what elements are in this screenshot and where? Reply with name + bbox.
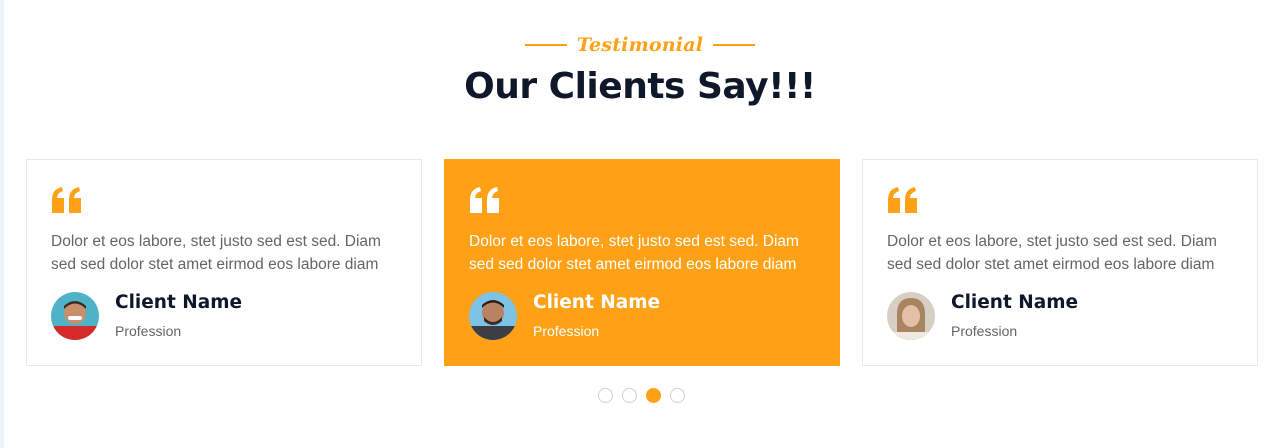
quote-left-icon	[888, 187, 917, 213]
client-name: Client Name	[951, 292, 1079, 313]
testimonial-card: Dolor et eos labore, stet justo sed est …	[862, 159, 1258, 366]
tag-line-right	[713, 44, 756, 46]
carousel-dot-1[interactable]	[598, 388, 613, 403]
avatar	[469, 292, 517, 340]
carousel-dot-2[interactable]	[622, 388, 637, 403]
tag-line-left	[524, 44, 567, 46]
carousel-dot-4[interactable]	[670, 388, 685, 403]
client-name: Client Name	[533, 292, 661, 313]
client-profession: Profession	[115, 323, 182, 339]
testimonial-text: Dolor et eos labore, stet justo sed est …	[887, 233, 1217, 273]
client-profession: Profession	[533, 323, 600, 339]
section-title: Our Clients Say!!!	[464, 66, 816, 107]
avatar	[887, 292, 935, 340]
testimonial-card: Dolor et eos labore, stet justo sed est …	[26, 159, 422, 366]
client-profession: Profession	[951, 323, 1018, 339]
client-name: Client Name	[115, 292, 243, 313]
testimonial-card-active: Dolor et eos labore, stet justo sed est …	[444, 159, 840, 366]
avatar	[51, 292, 99, 340]
testimonial-text: Dolor et eos labore, stet justo sed est …	[469, 233, 799, 273]
quote-left-icon	[470, 187, 499, 213]
carousel-dots	[598, 388, 685, 403]
carousel-dot-3[interactable]	[646, 388, 661, 403]
quote-left-icon	[52, 187, 81, 213]
section-tag: Testimonial	[0, 34, 1280, 56]
section-tag-text: Testimonial	[576, 34, 704, 56]
testimonial-text: Dolor et eos labore, stet justo sed est …	[51, 233, 381, 273]
